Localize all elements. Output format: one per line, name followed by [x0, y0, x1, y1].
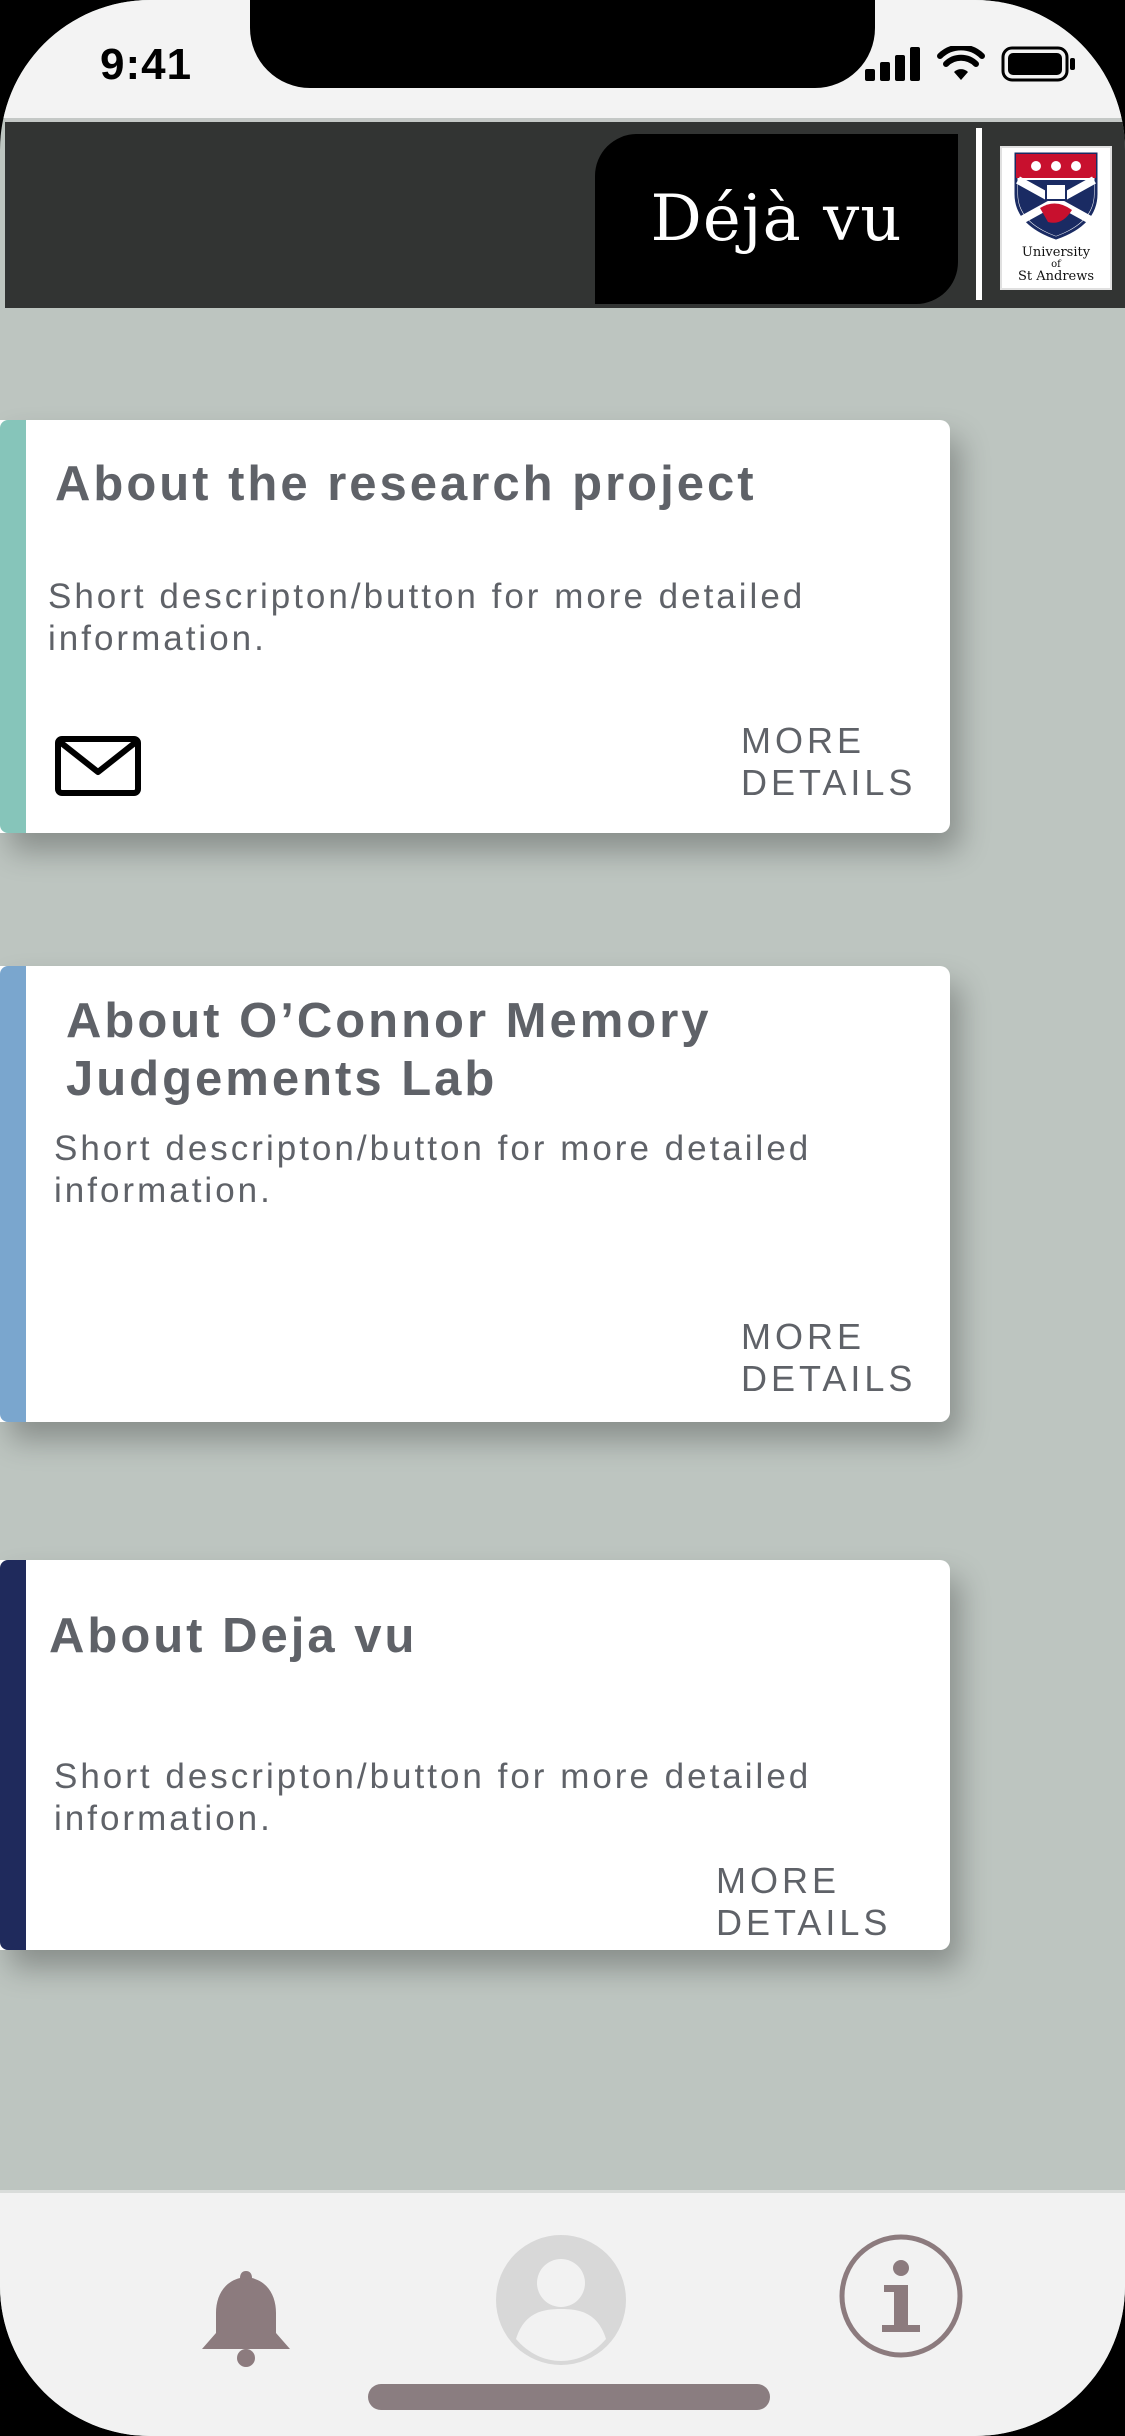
more-details-line-1: MORE: [716, 1860, 840, 1901]
app-title: Déjà vu: [650, 182, 903, 256]
tab-info[interactable]: [838, 2233, 964, 2359]
more-details-button[interactable]: MORE DETAILS: [741, 720, 916, 804]
more-details-line-2: DETAILS: [716, 1902, 892, 1943]
university-logo[interactable]: University of St Andrews: [1000, 146, 1112, 290]
card-deja-vu[interactable]: About Deja vu Short descripton/button fo…: [0, 1560, 950, 1950]
card-title-line-2: Judgements Lab: [66, 1052, 498, 1106]
battery-icon: [1001, 46, 1077, 87]
card-description: Short descripton/button for more detaile…: [48, 577, 806, 658]
card-description: Short descripton/button for more detaile…: [54, 1757, 812, 1838]
card-title-line-1: About O’Connor Memory: [66, 994, 712, 1048]
title-tab: Déjà vu: [595, 134, 958, 304]
status-bar: 9:41: [0, 0, 1125, 118]
more-details-button[interactable]: MORE DETAILS: [741, 1316, 916, 1400]
more-details-line-1: MORE: [741, 1316, 865, 1357]
card-description: Short descripton/button for more detaile…: [54, 1129, 812, 1210]
card-title: About O’Connor Memory Judgements Lab: [66, 992, 712, 1108]
app-screen: 9:41 Déjà vu University of St Andrews Ab…: [0, 0, 1125, 2436]
caption-line-1: University: [1021, 245, 1091, 260]
wifi-icon: [937, 43, 985, 87]
crest-icon: [1014, 152, 1098, 240]
more-details-line-2: DETAILS: [741, 762, 917, 803]
university-caption: University of St Andrews: [1002, 246, 1110, 284]
card-accent: [0, 966, 26, 1422]
card-accent: [0, 1560, 26, 1950]
more-details-line-2: DETAILS: [741, 1358, 917, 1399]
status-time: 9:41: [100, 40, 193, 89]
profile-icon: [496, 2235, 626, 2365]
caption-line-3: St Andrews: [1017, 269, 1095, 284]
card-memory-lab[interactable]: About O’Connor Memory Judgements Lab Sho…: [0, 966, 950, 1422]
mail-icon[interactable]: [55, 736, 141, 803]
card-title: About the research project: [55, 457, 757, 511]
info-icon: [839, 2234, 963, 2358]
tab-profile[interactable]: [494, 2233, 628, 2367]
app-header: Déjà vu University of St Andrews: [5, 118, 1125, 308]
card-title: About Deja vu: [49, 1609, 418, 1663]
tab-notifications[interactable]: [190, 2263, 302, 2375]
cellular-signal-icon: [865, 46, 921, 86]
notch: [250, 0, 875, 88]
card-accent: [0, 420, 26, 833]
header-divider: [976, 128, 982, 300]
status-icons: [865, 43, 1077, 88]
home-indicator[interactable]: [368, 2384, 770, 2410]
more-details-line-1: MORE: [741, 720, 865, 761]
card-research-project[interactable]: About the research project Short descrip…: [0, 420, 950, 833]
more-details-button[interactable]: MORE DETAILS: [716, 1860, 891, 1944]
bell-icon: [202, 2271, 290, 2367]
